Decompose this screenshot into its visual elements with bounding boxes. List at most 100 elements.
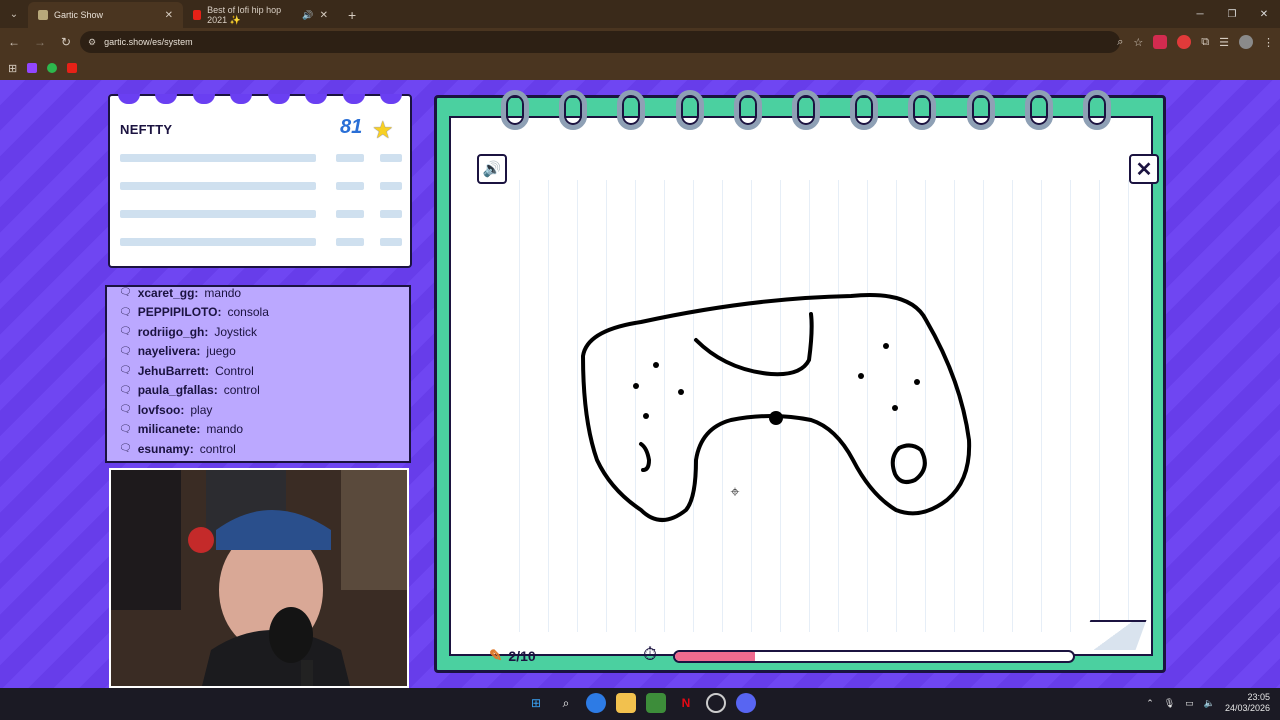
discord-icon[interactable] [736, 693, 756, 713]
network-icon[interactable]: ▭ [1185, 698, 1194, 709]
placeholder-row [120, 238, 316, 246]
obs-icon[interactable] [706, 693, 726, 713]
stopwatch-icon: ⏱ [643, 644, 658, 664]
window-controls: ─ ❐ ✕ [1184, 0, 1280, 28]
placeholder-row [120, 154, 316, 162]
drawing-sketch [581, 293, 972, 522]
placeholder-row [380, 154, 402, 162]
chat-bubble-icon: 🗨 [119, 443, 132, 455]
chevron-up-icon[interactable]: ⌃ [1146, 698, 1154, 709]
youtube-bookmark-icon[interactable] [67, 63, 78, 73]
timer-fill [675, 652, 755, 661]
chat-text: control [199, 441, 236, 456]
windows-start-icon[interactable]: ⊞ [526, 693, 546, 713]
file-explorer-icon[interactable] [616, 693, 636, 713]
gartic-favicon-icon [38, 10, 48, 20]
placeholder-row [336, 238, 364, 246]
volume-icon[interactable]: 🔈 [1204, 698, 1215, 709]
chat-text: Control [215, 363, 254, 378]
sound-toggle-button[interactable]: 🔊 [477, 154, 507, 184]
chat-user: lovfsoo: [137, 402, 185, 417]
chat-bubble-icon: 🗨 [119, 345, 132, 357]
guess-chat[interactable]: 🗨 xcaret_gg:mando 🗨 PEPPIPILOTO: consola 🗨 r… [105, 285, 411, 463]
tab-title: Best of lofi hip hop 2021 ✨ [207, 4, 282, 25]
pencil-icon: ✎ [489, 648, 503, 665]
ring [559, 90, 588, 130]
chat-text: mando [206, 422, 244, 437]
tab-close-icon[interactable]: ✕ [165, 10, 173, 21]
extension-icon[interactable] [1177, 35, 1192, 49]
chat-message: 🗨 esunamy: control [107, 439, 409, 459]
round-counter: ✎ 2/10 [489, 646, 536, 666]
chat-user: xcaret_gg: [137, 285, 199, 300]
timer-bar [673, 650, 1075, 663]
extension-icon[interactable] [1153, 35, 1168, 49]
ring [1024, 90, 1053, 130]
placeholder-row [380, 238, 402, 246]
ring [1082, 90, 1111, 130]
ring [675, 90, 704, 130]
tab-gartic[interactable]: Gartic Show ✕ [28, 2, 183, 28]
chat-user: rodriigo_gh: [137, 324, 209, 339]
netflix-icon[interactable]: N [676, 693, 696, 713]
placeholder-row [336, 210, 364, 218]
tab-search-icon[interactable]: ⌄ [0, 0, 28, 28]
microphone-icon[interactable]: 🎙 [1164, 698, 1175, 709]
reload-icon[interactable]: ↻ [54, 30, 78, 54]
drawing-canvas[interactable] [491, 180, 1145, 632]
chat-bubble-icon: 🗨 [119, 404, 132, 416]
bookmarks-bar: ⊞ [0, 56, 1280, 80]
close-game-button[interactable]: ✕ [1129, 154, 1159, 184]
extensions-puzzle-icon[interactable]: ⧉ [1201, 36, 1209, 49]
placeholder-row [120, 210, 316, 218]
ring [966, 90, 995, 130]
bookmark-star-icon[interactable]: ☆ [1133, 36, 1143, 49]
url-text: gartic.show/es/system [104, 37, 193, 47]
minimize-icon[interactable]: ─ [1184, 0, 1216, 28]
taskbar-apps: ⊞ ⌕ N [526, 693, 756, 713]
chat-message: 🗨 paula_gfallas: control [107, 381, 409, 401]
crosshair-cursor-icon: ⌖ [730, 484, 740, 501]
round-text: 2/10 [508, 648, 536, 664]
chat-text: play [190, 402, 213, 417]
menu-icon[interactable]: ⋮ [1263, 36, 1274, 49]
profile-avatar[interactable] [1239, 35, 1253, 49]
site-info-icon[interactable]: ⚙ [88, 37, 96, 48]
browser-toolbar: ← → ↻ ⚙ gartic.show/es/system ⌕ ☆ ⧉ ☰ ⋮ [0, 28, 1280, 56]
back-icon[interactable]: ← [2, 30, 26, 54]
audio-icon[interactable]: 🔊 [302, 10, 313, 21]
new-tab-button[interactable]: + [338, 2, 366, 28]
chat-user: paula_gfallas: [137, 383, 218, 398]
ring [617, 90, 646, 130]
apps-icon[interactable]: ⊞ [8, 62, 17, 75]
search-icon[interactable]: ⌕ [556, 693, 576, 713]
chat-user: esunamy: [137, 441, 194, 456]
chat-message: 🗨 nayelivera: juego [107, 342, 409, 362]
chat-text: consola [227, 305, 269, 320]
forward-icon[interactable]: → [28, 30, 52, 54]
chrome-icon[interactable] [586, 693, 606, 713]
close-window-icon[interactable]: ✕ [1248, 0, 1280, 28]
reading-list-icon[interactable]: ☰ [1219, 36, 1229, 49]
zoom-icon[interactable]: ⌕ [1117, 36, 1123, 49]
chat-bubble-icon: 🗨 [119, 326, 132, 338]
chat-message: 🗨 JehuBarrett: Control [107, 361, 409, 381]
webcam-image [111, 470, 407, 686]
minecraft-icon[interactable] [646, 693, 666, 713]
address-bar[interactable]: ⚙ gartic.show/es/system [80, 31, 1120, 53]
clock[interactable]: 23:05 24/03/2026 [1225, 692, 1270, 714]
chat-bubble-icon: 🗨 [119, 365, 132, 377]
chat-bubble-icon: 🗨 [119, 423, 132, 435]
green-bookmark-icon[interactable] [47, 63, 58, 73]
twitch-bookmark-icon[interactable] [27, 63, 38, 73]
clock-date: 24/03/2026 [1224, 703, 1270, 713]
placeholder-row [380, 210, 402, 218]
ring [733, 90, 762, 130]
tab-youtube[interactable]: Best of lofi hip hop 2021 ✨ 🔊 ✕ [183, 2, 338, 28]
chat-user: JehuBarrett: [137, 363, 210, 378]
chat-message: 🗨 PEPPIPILOTO: consola [107, 303, 409, 323]
restore-icon[interactable]: ❐ [1216, 0, 1248, 28]
scallop-border [110, 94, 410, 104]
drawing-notebook: 🔊 ✕ ✎ 2/10 ⏱ [434, 90, 1166, 673]
tab-close-icon[interactable]: ✕ [320, 10, 328, 21]
